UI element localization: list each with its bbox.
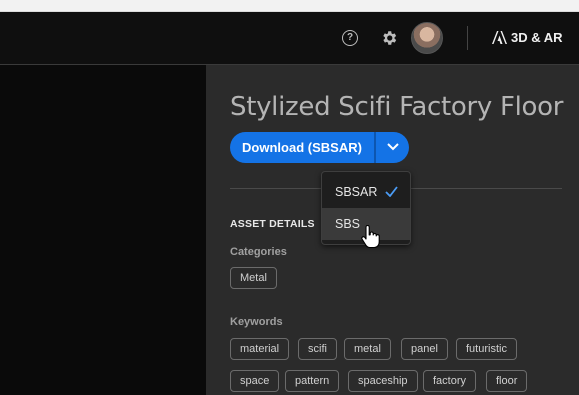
checkmark-icon: [385, 186, 398, 197]
asset-title: Stylized Scifi Factory Floor: [230, 92, 564, 122]
top-navigation-bar: ? 3D & AR: [0, 12, 579, 65]
menu-item-label: SBS: [335, 217, 361, 231]
keyword-tag[interactable]: factory: [423, 370, 477, 392]
keyword-tag[interactable]: floor: [486, 370, 528, 392]
header-divider: [467, 26, 468, 50]
asset-details-heading: ASSET DETAILS: [230, 218, 315, 230]
brand-label[interactable]: 3D & AR: [511, 30, 563, 45]
keywords-label: Keywords: [230, 316, 283, 328]
keyword-tag[interactable]: futuristic: [456, 338, 517, 360]
gear-icon[interactable]: [380, 29, 398, 47]
cursor-hand-icon: [361, 225, 380, 249]
help-icon[interactable]: ?: [342, 30, 358, 46]
keyword-tag[interactable]: metal: [344, 338, 391, 360]
user-avatar[interactable]: [411, 22, 443, 54]
menu-item-sbsar[interactable]: SBSAR: [322, 176, 410, 208]
menu-item-label: SBSAR: [335, 185, 378, 199]
keyword-tag[interactable]: material: [230, 338, 290, 360]
keyword-tag[interactable]: spaceship: [348, 370, 418, 392]
download-format-toggle[interactable]: [376, 132, 409, 163]
keyword-tag[interactable]: space: [230, 370, 280, 392]
keyword-tag[interactable]: pattern: [285, 370, 340, 392]
download-button[interactable]: Download (SBSAR): [230, 132, 374, 163]
keyword-tag[interactable]: scifi: [298, 338, 337, 360]
adobe-logo-icon: [492, 31, 507, 44]
category-tag[interactable]: Metal: [230, 267, 277, 289]
keyword-tag[interactable]: panel: [401, 338, 448, 360]
asset-preview-pane: [0, 65, 206, 395]
categories-label: Categories: [230, 246, 287, 258]
chevron-down-icon: [387, 143, 399, 151]
browser-chrome-strip: [0, 0, 579, 12]
